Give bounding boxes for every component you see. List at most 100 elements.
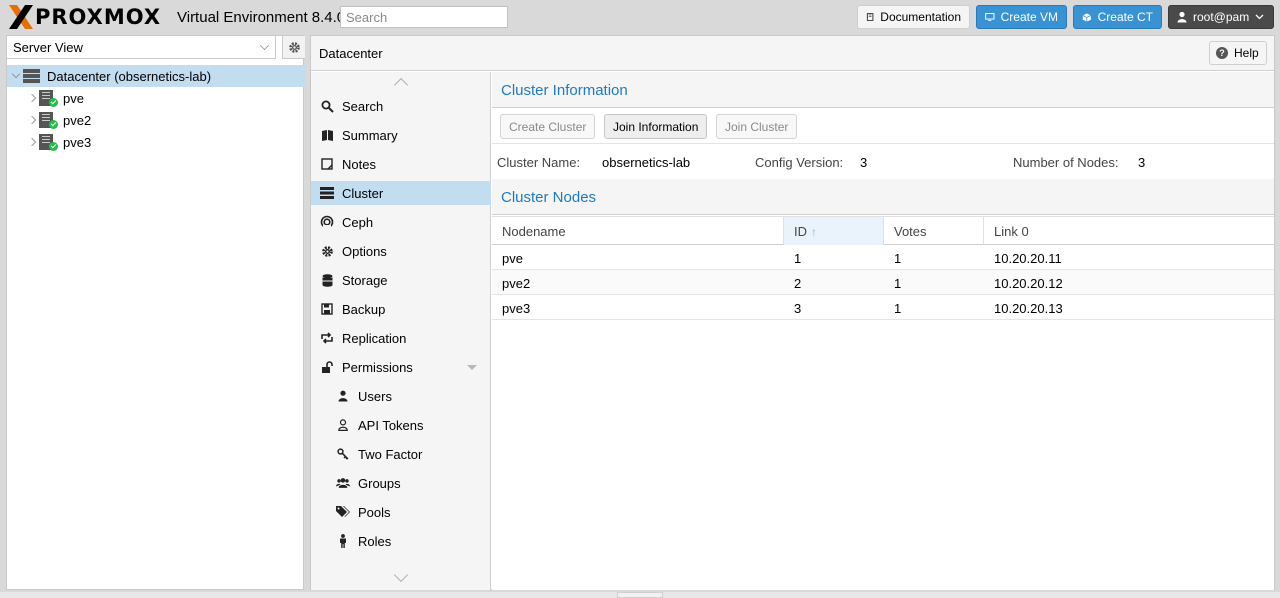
gear-icon: [288, 41, 300, 53]
main-header: Datacenter ? Help: [311, 36, 1274, 71]
cell-id: 3: [794, 301, 802, 316]
tree-item-node-pve2[interactable]: pve2: [7, 109, 305, 131]
ceph-icon: [320, 215, 334, 229]
user-icon: [1177, 11, 1187, 23]
tree-expand-icon[interactable]: [27, 137, 37, 147]
tree-item-datacenter[interactable]: Datacenter (obsernetics-lab): [7, 65, 305, 87]
tree-item-node-pve3[interactable]: pve3: [7, 131, 305, 153]
search-icon: [320, 99, 334, 113]
datacenter-nav-menu: Search Summary Notes Cluster Ceph Option…: [311, 72, 491, 590]
table-row[interactable]: pve 1 1 10.20.20.11: [492, 245, 1274, 270]
nav-item-label: Options: [342, 244, 387, 259]
column-header-link0[interactable]: Link 0: [984, 217, 1274, 245]
floppy-icon: [320, 302, 334, 316]
nav-item-search[interactable]: Search: [311, 94, 491, 118]
column-header-id[interactable]: ID ↑: [784, 217, 884, 245]
cell-link0: 10.20.20.12: [994, 276, 1063, 291]
nav-item-backup[interactable]: Backup: [311, 297, 491, 321]
book-icon: [866, 13, 874, 21]
config-version-label: Config Version:: [755, 155, 844, 170]
cluster-name-label: Cluster Name:: [497, 155, 581, 170]
view-selector[interactable]: Server View: [7, 36, 276, 59]
cell-votes: 1: [894, 301, 902, 316]
nav-item-label: Permissions: [342, 360, 413, 375]
section-title: Cluster Information: [501, 82, 628, 99]
nav-item-label: Users: [358, 389, 392, 404]
datacenter-icon: [23, 69, 40, 83]
view-selector-value: Server View: [13, 40, 83, 55]
cell-nodename: pve: [502, 251, 523, 266]
user-icon: [336, 389, 350, 403]
join-information-button[interactable]: Join Information: [604, 114, 708, 139]
top-bar: PROXMOX Virtual Environment 8.4.0 Docume…: [0, 0, 1280, 34]
nodes-grid-header: Nodename ID ↑ Votes Link 0: [492, 216, 1274, 245]
main-panel: Datacenter ? Help Search Summary Notes C…: [310, 35, 1275, 590]
create-cluster-button[interactable]: Create Cluster: [500, 114, 596, 139]
nav-item-two-factor[interactable]: Two Factor: [311, 442, 491, 466]
notes-icon: [320, 157, 334, 171]
collapse-caret-icon[interactable]: [467, 365, 477, 370]
chevron-down-icon: [260, 41, 269, 50]
scroll-down-icon[interactable]: [393, 567, 409, 583]
nav-item-summary[interactable]: Summary: [311, 123, 491, 147]
nav-item-label: API Tokens: [358, 418, 424, 433]
user-menu-button[interactable]: root@pam: [1168, 5, 1274, 29]
help-label: Help: [1234, 46, 1259, 60]
column-header-nodename[interactable]: Nodename: [492, 217, 784, 245]
documentation-button[interactable]: Documentation: [857, 5, 970, 29]
nav-item-label: Storage: [342, 273, 388, 288]
create-vm-button[interactable]: Create VM: [976, 5, 1067, 29]
global-search-input[interactable]: [340, 6, 508, 28]
sort-ascending-icon: ↑: [811, 225, 817, 239]
key-icon: [336, 447, 350, 461]
nav-item-roles[interactable]: Roles: [311, 529, 491, 553]
section-title: Cluster Nodes: [501, 189, 597, 206]
column-header-votes[interactable]: Votes: [884, 217, 984, 245]
nav-item-storage[interactable]: Storage: [311, 268, 491, 292]
tree-item-label: pve: [63, 91, 84, 106]
version-label: Virtual Environment 8.4.0: [177, 9, 346, 26]
nav-item-label: Summary: [342, 128, 398, 143]
join-cluster-button[interactable]: Join Cluster: [716, 114, 798, 139]
nav-item-cluster[interactable]: Cluster: [311, 181, 491, 205]
unlock-icon: [320, 360, 334, 374]
cell-id: 2: [794, 276, 802, 291]
table-row[interactable]: pve2 2 1 10.20.20.12: [492, 270, 1274, 295]
documentation-label: Documentation: [880, 10, 961, 24]
nav-item-pools[interactable]: Pools: [311, 500, 491, 524]
nav-item-groups[interactable]: Groups: [311, 471, 491, 495]
tree-collapse-icon[interactable]: [11, 69, 21, 79]
cell-id: 1: [794, 251, 802, 266]
male-icon: [336, 534, 350, 548]
log-panel-resize-handle[interactable]: [617, 592, 663, 598]
nav-item-permissions[interactable]: Permissions: [311, 355, 491, 379]
tree-item-node-pve[interactable]: pve: [7, 87, 305, 109]
table-row[interactable]: pve3 3 1 10.20.20.13: [492, 295, 1274, 320]
online-check-icon: [49, 120, 58, 129]
server-stack-icon: [320, 186, 334, 200]
tags-icon: [336, 505, 350, 519]
retweet-icon: [320, 331, 334, 345]
nav-item-replication[interactable]: Replication: [311, 326, 491, 350]
create-ct-button[interactable]: Create CT: [1073, 5, 1162, 29]
cluster-toolbar: Create Cluster Join Information Join Clu…: [492, 108, 1274, 144]
tree-settings-button[interactable]: [282, 36, 305, 59]
gear-icon: [320, 244, 334, 258]
nav-item-options[interactable]: Options: [311, 239, 491, 263]
nav-item-users[interactable]: Users: [311, 384, 491, 408]
proxmox-logo[interactable]: PROXMOX: [8, 4, 161, 30]
cell-votes: 1: [894, 276, 902, 291]
nav-item-label: Search: [342, 99, 384, 114]
help-button[interactable]: ? Help: [1209, 41, 1267, 65]
create-vm-label: Create VM: [1000, 10, 1058, 24]
user-outline-icon: [336, 418, 350, 432]
config-version-value: 3: [860, 155, 868, 170]
tree-expand-icon[interactable]: [27, 115, 37, 125]
nav-item-api-tokens[interactable]: API Tokens: [311, 413, 491, 437]
cluster-info-row: Cluster Name: obsernetics-lab Config Ver…: [492, 144, 1274, 179]
nav-item-ceph[interactable]: Ceph: [311, 210, 491, 234]
nav-item-notes[interactable]: Notes: [311, 152, 491, 176]
nav-item-label: Ceph: [342, 215, 374, 230]
scroll-up-icon[interactable]: [393, 77, 409, 93]
tree-expand-icon[interactable]: [27, 93, 37, 103]
